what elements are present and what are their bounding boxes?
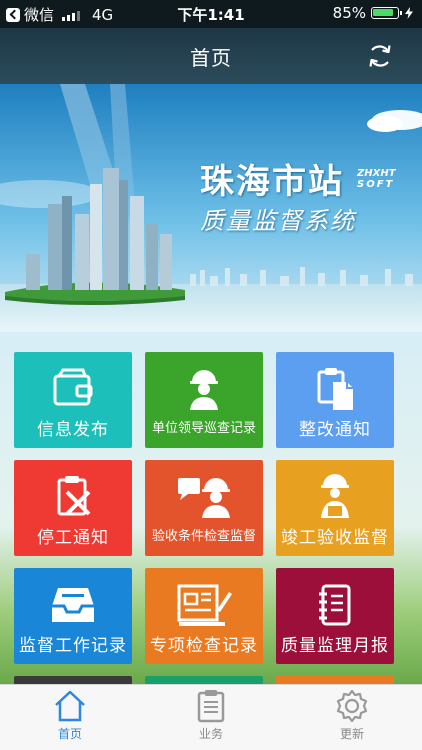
tile-label: 监督工作记录	[19, 636, 127, 656]
tile-label: 验收条件检查监督	[151, 529, 256, 544]
wallet-icon	[53, 368, 93, 406]
tab-bar: 首页 业务 更新	[0, 684, 422, 750]
brand-line-2: SOFT	[357, 179, 395, 190]
tile-partial[interactable]	[145, 676, 263, 684]
worker-chat-icon	[178, 478, 230, 518]
tile-label: 停工通知	[37, 528, 109, 548]
banner-subtitle: 质量监督系统	[200, 207, 356, 235]
tile-leader-inspection[interactable]: 单位领导巡查记录	[145, 352, 263, 448]
tile-info-publish[interactable]: 信息发布	[14, 352, 132, 448]
tile-label: 竣工验收监督	[281, 528, 389, 548]
home-icon	[55, 690, 85, 722]
blueprint-ruler-icon	[177, 584, 232, 626]
tile-stop-work-notice[interactable]: 停工通知	[14, 460, 132, 556]
gear-icon	[336, 689, 368, 723]
tile-completion-acceptance[interactable]: 竣工验收监督	[276, 460, 394, 556]
status-bar: 微信 4G 下午1:41 85%	[0, 0, 422, 28]
tile-label: 信息发布	[37, 420, 109, 440]
charging-icon	[405, 7, 413, 19]
worker-icon	[190, 370, 218, 410]
worker-report-icon	[321, 474, 349, 518]
banner-title: 珠海市站	[200, 162, 344, 202]
tile-rectify-notice[interactable]: 整改通知	[276, 352, 394, 448]
clipboard-list-icon	[197, 690, 225, 723]
status-right: 85%	[333, 4, 414, 22]
notebook-icon	[319, 584, 351, 626]
tile-supervision-work-record[interactable]: 监督工作记录	[14, 568, 132, 664]
page-title: 首页	[190, 46, 232, 70]
battery-icon	[371, 7, 402, 19]
tile-acceptance-condition-check[interactable]: 验收条件检查监督	[145, 460, 263, 556]
tile-partial[interactable]	[276, 676, 394, 684]
tile-special-inspection-record[interactable]: 专项检查记录	[145, 568, 263, 664]
tile-label: 整改通知	[299, 420, 371, 440]
tile-label: 专项检查记录	[150, 636, 258, 656]
nav-bar: 首页	[0, 28, 422, 84]
tab-label: 首页	[57, 727, 82, 741]
clipboard-icon	[317, 368, 353, 410]
tab-label: 业务	[198, 727, 223, 741]
tile-partial[interactable]	[14, 676, 132, 684]
tile-quality-monthly-report[interactable]: 质量监理月报	[276, 568, 394, 664]
tab-label: 更新	[339, 727, 364, 741]
tab-update[interactable]: 更新	[292, 689, 412, 747]
battery-percent: 85%	[332, 4, 366, 22]
refresh-icon[interactable]	[366, 42, 394, 70]
brand-line-1: ZHXHT	[357, 168, 396, 179]
banner-brand: ZHXHT SOFT	[357, 168, 396, 190]
banner: 珠海市站 ZHXHT SOFT 质量监督系统	[0, 84, 422, 332]
tab-home[interactable]: 首页	[10, 689, 130, 747]
inbox-tray-icon	[52, 588, 94, 622]
menu-grid: 信息发布 单位领导巡查记录 整改通知 停工通知 验收条件检查监督 竣工验收监督 …	[0, 332, 422, 684]
tile-label: 单位领导巡查记录	[151, 421, 256, 436]
tile-label: 质量监理月报	[281, 636, 389, 656]
stop-work-icon	[57, 476, 91, 516]
tab-business[interactable]: 业务	[151, 689, 271, 747]
